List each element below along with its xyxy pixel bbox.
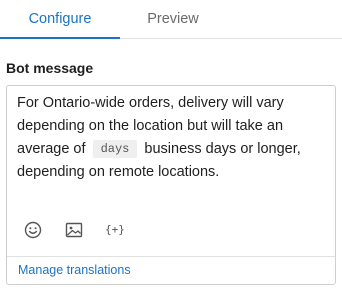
emoji-icon[interactable]: [23, 220, 43, 240]
variable-chip[interactable]: days: [92, 140, 138, 158]
section-label: Bot message: [6, 60, 94, 76]
manage-translations-link[interactable]: Manage translations: [18, 263, 131, 277]
variable-icon[interactable]: {+}: [105, 220, 127, 240]
tab-configure[interactable]: Configure: [0, 0, 120, 39]
message-editor[interactable]: For Ontario-wide orders, delivery will v…: [6, 85, 336, 285]
divider: [7, 256, 335, 257]
image-icon[interactable]: [64, 220, 84, 240]
tab-preview[interactable]: Preview: [120, 0, 226, 38]
tab-bar: Configure Preview: [0, 0, 342, 39]
message-text[interactable]: For Ontario-wide orders, delivery will v…: [17, 92, 322, 184]
